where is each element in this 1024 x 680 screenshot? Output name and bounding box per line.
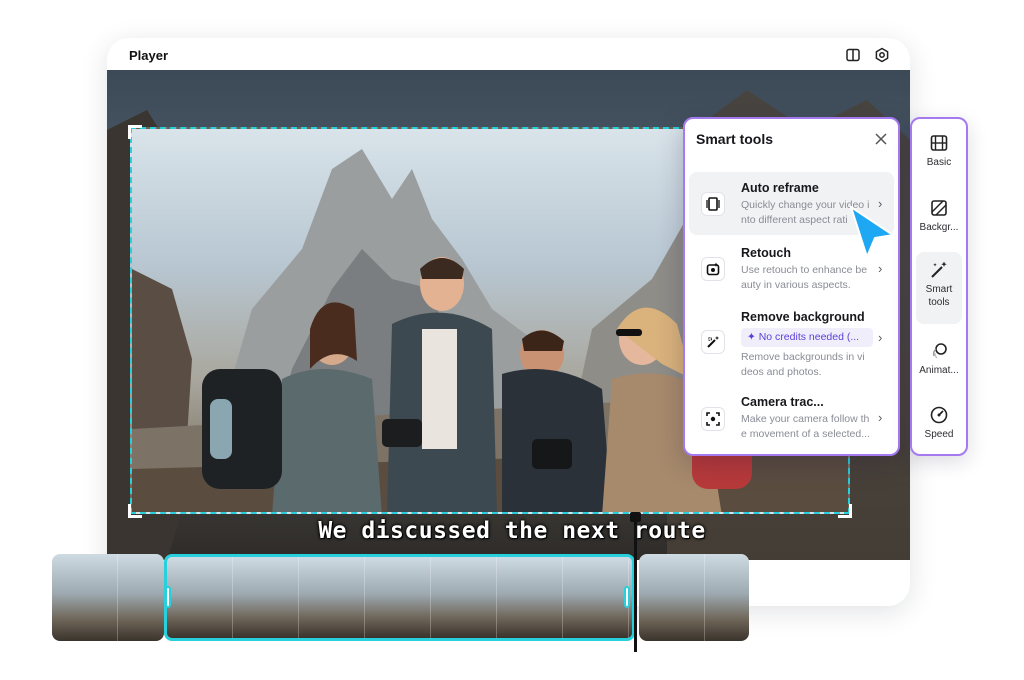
timeline-clip-selected[interactable] <box>164 554 635 641</box>
tool-description: auty in various aspects. <box>741 279 851 291</box>
rail-label: Speed <box>924 429 954 440</box>
chevron-right-icon: › <box>878 330 883 345</box>
crop-corner-bottom-right[interactable] <box>838 504 852 518</box>
timeline-clip-right[interactable] <box>639 554 749 641</box>
video-subtitle: We discussed the next route <box>318 518 706 544</box>
rail-item-smart-tools[interactable]: Smart tools <box>916 252 962 324</box>
magic-wand-icon <box>931 261 947 278</box>
tool-name: Auto reframe <box>741 181 819 195</box>
property-side-rail: Basic Backgr... Smart tools Animat... Sp… <box>910 117 968 456</box>
tool-remove-background[interactable]: Remove background ✦ No credits needed (.… <box>689 302 894 382</box>
tool-name: Camera trac... <box>741 395 824 409</box>
rail-label: Smart <box>925 284 953 295</box>
tool-description: Remove backgrounds in vi <box>741 351 865 363</box>
tool-description: deos and photos. <box>741 366 822 378</box>
rail-label: tools <box>928 297 950 308</box>
chevron-right-icon: › <box>878 410 883 425</box>
tool-description: e movement of a selected... <box>741 428 870 440</box>
chevron-right-icon: › <box>878 261 883 276</box>
smart-tools-panel: Smart tools Auto reframe Quickly change … <box>683 117 900 456</box>
focus-target-icon <box>701 407 725 431</box>
speed-gauge-icon <box>930 406 948 424</box>
tool-description: Use retouch to enhance be <box>741 264 868 276</box>
pointer-cursor-icon <box>850 206 894 258</box>
tool-camera-tracking[interactable]: Camera trac... Make your camera follow t… <box>689 387 894 449</box>
trim-handle-left[interactable] <box>165 586 171 608</box>
rail-label: Animat... <box>919 365 959 376</box>
reframe-icon <box>701 192 725 216</box>
layout-toggle-icon[interactable] <box>845 47 861 63</box>
background-icon <box>931 200 947 216</box>
tool-name: Remove background <box>741 310 865 324</box>
tool-name: Retouch <box>741 246 791 260</box>
rail-label: Basic <box>926 157 952 168</box>
timeline-playhead[interactable] <box>634 518 637 652</box>
rail-item-animation[interactable]: Animat... <box>916 337 962 387</box>
rail-label: Backgr... <box>919 222 959 233</box>
rail-item-basic[interactable]: Basic <box>916 129 962 179</box>
film-icon <box>930 135 948 151</box>
playhead-knob[interactable] <box>630 512 641 522</box>
magic-wand-icon <box>701 330 725 354</box>
crop-corner-top-left[interactable] <box>128 125 142 139</box>
player-title: Player <box>129 48 169 63</box>
settings-icon[interactable] <box>874 47 890 63</box>
retouch-icon <box>701 257 725 281</box>
close-icon[interactable] <box>875 133 887 145</box>
crop-corner-bottom-left[interactable] <box>128 504 142 518</box>
smart-tools-title: Smart tools <box>696 131 774 147</box>
tool-description: Make your camera follow th <box>741 413 870 425</box>
trim-handle-right[interactable] <box>624 586 630 608</box>
rail-item-speed[interactable]: Speed <box>916 401 962 451</box>
no-credits-badge: ✦ No credits needed (... <box>741 328 873 347</box>
timeline-clip-left[interactable] <box>52 554 164 641</box>
animation-icon <box>932 343 947 359</box>
rail-item-background[interactable]: Backgr... <box>916 194 962 244</box>
